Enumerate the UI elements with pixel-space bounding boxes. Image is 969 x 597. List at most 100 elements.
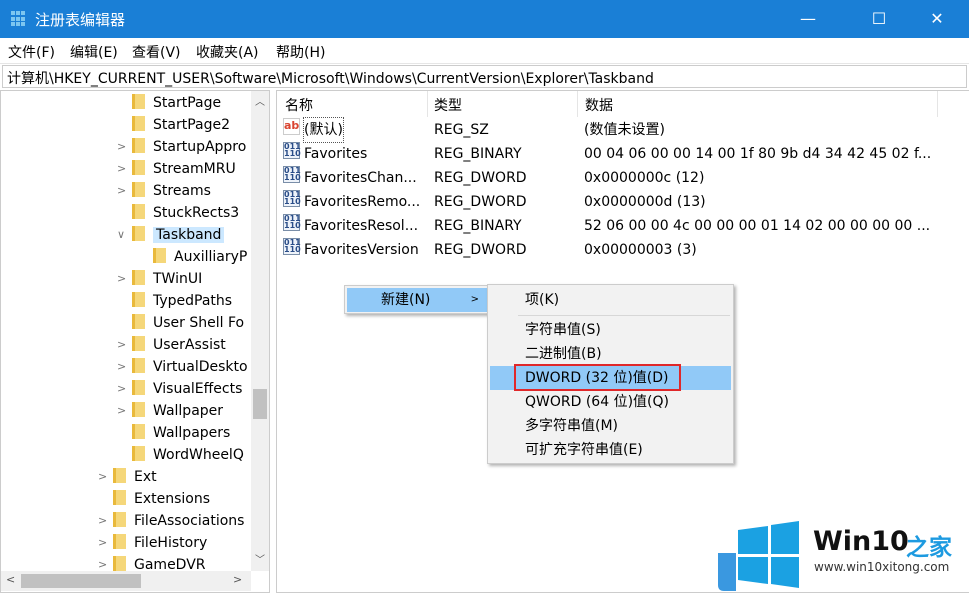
tree-item-label: TWinUI xyxy=(153,271,203,287)
tree-item[interactable]: ∨ Taskband xyxy=(117,224,225,246)
tree-item[interactable]: TypedPaths xyxy=(132,290,232,312)
value-row[interactable]: ab (默认) REG_SZ (数值未设置) xyxy=(277,117,957,143)
chevron-right-icon[interactable]: > xyxy=(117,378,126,400)
submenu-item[interactable]: 二进制值(B) xyxy=(490,342,731,366)
submenu-item[interactable]: QWORD (64 位)值(Q) xyxy=(490,390,731,414)
hscroll-thumb[interactable] xyxy=(21,574,141,588)
address-bar[interactable]: 计算机\HKEY_CURRENT_USER\Software\Microsoft… xyxy=(2,65,967,88)
folder-icon xyxy=(132,446,145,461)
folder-icon xyxy=(132,424,145,439)
value-data: 52 06 00 00 4c 00 00 00 01 14 02 00 00 0… xyxy=(584,218,931,234)
tree-item[interactable]: User Shell Fo xyxy=(132,312,244,334)
scroll-down-icon[interactable]: ﹀ xyxy=(255,551,265,566)
tree-horizontal-scrollbar[interactable]: < > xyxy=(1,571,251,591)
value-type: REG_DWORD xyxy=(434,242,527,258)
submenu-item[interactable]: 字符串值(S) xyxy=(490,318,731,342)
tree-item[interactable]: > StreamMRU xyxy=(117,158,236,180)
folder-icon xyxy=(132,402,145,417)
tree-item[interactable]: > Ext xyxy=(98,466,157,488)
chevron-right-icon[interactable]: > xyxy=(117,268,126,290)
column-header-type[interactable]: 类型 xyxy=(434,95,462,115)
menu-file[interactable]: 文件(F) xyxy=(8,42,55,62)
tree-item-label: Taskband xyxy=(153,227,225,243)
tree-item[interactable]: Wallpapers xyxy=(132,422,230,444)
scroll-up-icon[interactable]: ︿ xyxy=(255,93,265,108)
scroll-left-icon[interactable]: < xyxy=(6,573,15,586)
tree-item[interactable]: StartPage2 xyxy=(132,114,230,136)
value-data: 0x0000000d (13) xyxy=(584,194,706,210)
value-data: 0x0000000c (12) xyxy=(584,170,705,186)
chevron-right-icon[interactable]: > xyxy=(117,158,126,180)
value-row[interactable]: 011 110 FavoritesChan... REG_DWORD 0x0000000… xyxy=(277,166,957,190)
chevron-right-icon[interactable]: > xyxy=(117,180,126,202)
tree-item[interactable]: > FileHistory xyxy=(98,532,207,554)
tree-item-label: FileAssociations xyxy=(134,513,245,529)
tree-item-label: StuckRects3 xyxy=(153,205,240,221)
tree-item[interactable]: StuckRects3 xyxy=(132,202,239,224)
folder-icon xyxy=(132,336,145,351)
menu-favorites[interactable]: 收藏夹(A) xyxy=(196,42,259,62)
chevron-right-icon[interactable]: > xyxy=(117,400,126,422)
scroll-thumb[interactable] xyxy=(253,389,267,419)
value-data: 00 04 06 00 00 14 00 1f 80 9b d4 34 42 4… xyxy=(584,146,932,162)
tree-item-label: VisualEffects xyxy=(153,381,243,397)
value-type: REG_BINARY xyxy=(434,146,522,162)
chevron-right-icon: > xyxy=(470,294,479,305)
folder-icon xyxy=(153,248,166,263)
tree-item[interactable]: Extensions xyxy=(113,488,210,510)
menu-separator xyxy=(518,315,730,316)
tree-item[interactable]: StartPage xyxy=(132,92,221,114)
tree-item-label: Ext xyxy=(134,469,157,485)
value-row[interactable]: 011 110 FavoritesVersion REG_DWORD 0x0000000… xyxy=(277,238,957,262)
chevron-right-icon[interactable]: > xyxy=(117,136,126,158)
value-data: (数值未设置) xyxy=(584,122,665,138)
menu-help[interactable]: 帮助(H) xyxy=(276,42,325,62)
chevron-right-icon[interactable]: > xyxy=(98,510,107,532)
tree-item[interactable]: > UserAssist xyxy=(117,334,226,356)
tree-item-label: UserAssist xyxy=(153,337,226,353)
menu-edit[interactable]: 编辑(E) xyxy=(70,42,118,62)
brand-text: Win10 xyxy=(813,526,909,557)
tree-item[interactable]: WordWheelQ xyxy=(132,444,244,466)
value-row[interactable]: 011 110 Favorites REG_BINARY 00 04 06 00 00 … xyxy=(277,142,957,166)
submenu-item[interactable]: 可扩充字符串值(E) xyxy=(490,438,731,462)
folder-icon xyxy=(132,94,145,109)
title-bar: 注册表编辑器 — ☐ ✕ xyxy=(0,0,969,38)
value-name: FavoritesVersion xyxy=(304,242,419,258)
value-row[interactable]: 011 110 FavoritesRemo... REG_DWORD 0x0000000… xyxy=(277,190,957,214)
tree-vertical-scrollbar[interactable]: ︿ ﹀ xyxy=(251,91,269,571)
menu-item-label: 新建(N) xyxy=(381,292,431,308)
minimize-button[interactable]: — xyxy=(785,0,831,38)
tree-item[interactable]: > FileAssociations xyxy=(98,510,245,532)
menu-item-new[interactable]: 新建(N) > xyxy=(347,288,487,312)
tree-item[interactable]: > Streams xyxy=(117,180,211,202)
menu-view[interactable]: 查看(V) xyxy=(132,42,181,62)
chevron-right-icon[interactable]: > xyxy=(98,532,107,554)
folder-icon xyxy=(113,534,126,549)
folder-icon xyxy=(132,358,145,373)
scroll-right-icon[interactable]: > xyxy=(233,573,242,586)
folder-icon xyxy=(132,314,145,329)
brand-cn-text: 之家 xyxy=(906,535,952,561)
folder-icon xyxy=(113,512,126,527)
regedit-icon xyxy=(11,11,27,27)
tree-item[interactable]: > TWinUI xyxy=(117,268,203,290)
chevron-down-icon[interactable]: ∨ xyxy=(117,224,125,246)
close-button[interactable]: ✕ xyxy=(914,0,960,38)
chevron-right-icon[interactable]: > xyxy=(117,334,126,356)
submenu-item[interactable]: 项(K) xyxy=(490,288,731,312)
column-header-data[interactable]: 数据 xyxy=(585,95,613,115)
tree-item[interactable]: > VirtualDeskto xyxy=(117,356,248,378)
value-type: REG_DWORD xyxy=(434,194,527,210)
value-row[interactable]: 011 110 FavoritesResol... REG_BINARY 52 06 0… xyxy=(277,214,957,238)
chevron-right-icon[interactable]: > xyxy=(98,466,107,488)
value-name: FavoritesRemo... xyxy=(304,194,421,210)
maximize-button[interactable]: ☐ xyxy=(856,0,902,38)
tree-item[interactable]: > VisualEffects xyxy=(117,378,243,400)
submenu-item[interactable]: 多字符串值(M) xyxy=(490,414,731,438)
tree-item[interactable]: > StartupAppro xyxy=(117,136,246,158)
tree-item[interactable]: AuxilliaryP xyxy=(153,246,247,268)
column-header-name[interactable]: 名称 xyxy=(285,95,313,115)
tree-item[interactable]: > Wallpaper xyxy=(117,400,223,422)
chevron-right-icon[interactable]: > xyxy=(117,356,126,378)
